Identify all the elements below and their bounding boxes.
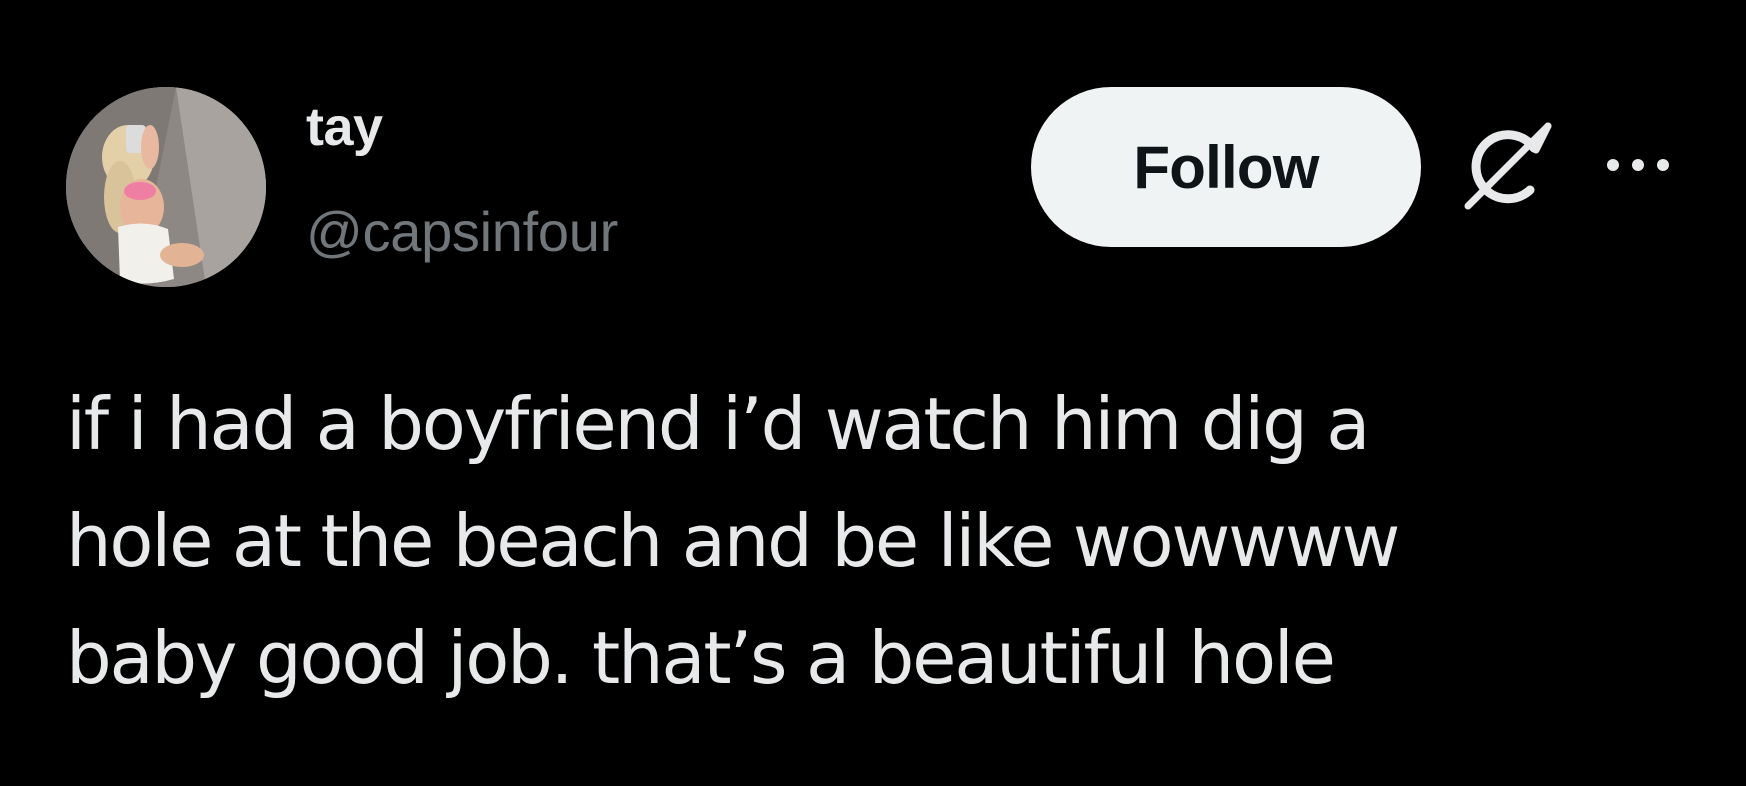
- author-handle[interactable]: @capsinfour: [306, 204, 618, 260]
- tweet-text-line: if i had a boyfriend i’d watch him dig a: [66, 382, 1370, 466]
- avatar-image: [66, 87, 266, 287]
- tweet-card: tay @capsinfour Follow if i had a boyfri…: [0, 0, 1746, 786]
- author-display-name[interactable]: tay: [306, 100, 383, 154]
- tweet-text: if i had a boyfriend i’d watch him dig a…: [66, 366, 1686, 717]
- more-horizontal-icon[interactable]: [1603, 150, 1673, 180]
- tweet-text-line: hole at the beach and be like wowwww: [66, 499, 1400, 583]
- grok-icon[interactable]: [1456, 118, 1556, 218]
- avatar[interactable]: [66, 87, 266, 287]
- follow-button-label: Follow: [1133, 133, 1319, 201]
- tweet-text-line: baby good job. that’s a beautiful hole: [66, 616, 1336, 700]
- follow-button[interactable]: Follow: [1031, 87, 1421, 247]
